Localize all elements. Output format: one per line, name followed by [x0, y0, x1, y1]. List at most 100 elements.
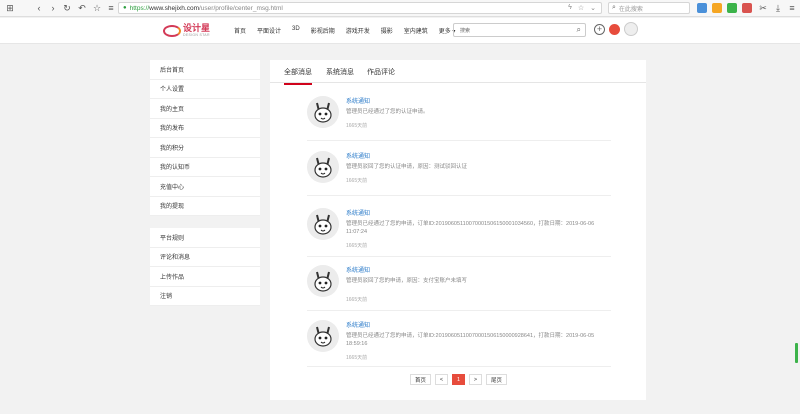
page-last-button[interactable]: 尾页 [486, 374, 508, 385]
page-first-button[interactable]: 首页 [410, 374, 432, 385]
sidebar-group-account: 后台首页 个人设置 我的主页 我的发布 我的积分 我的认知币 充值中心 我的提现 [150, 60, 260, 216]
sidebar-item-withdraw[interactable]: 我的提现 [150, 197, 260, 216]
message-time: 1665天前 [346, 355, 368, 361]
message-tabs: 全部消息 系统消息 作品评论 [270, 60, 646, 85]
rabbit-avatar-icon [307, 208, 339, 240]
dropdown-icon[interactable]: ⌄ [590, 4, 596, 12]
site-header: 设计星 DESIGN STAR 首页 平面设计 3D 影视后期 游戏开发 摄影 … [0, 18, 800, 44]
message-time: 1665天前 [346, 243, 368, 249]
nav-item-photo[interactable]: 摄影 [381, 26, 393, 35]
message-time: 1665天前 [346, 178, 368, 184]
message-body: 管理员驳回了您的认证申请，原因：测试驳回认证 [346, 164, 468, 170]
message-title[interactable]: 系统通知 [346, 265, 370, 274]
sidebar-item-posts[interactable]: 我的发布 [150, 119, 260, 138]
sidebar-item-settings[interactable]: 个人设置 [150, 80, 260, 99]
forward-icon[interactable]: › [46, 1, 60, 15]
window-menu-icon[interactable]: ⊞ [3, 1, 17, 15]
back-icon[interactable]: ‹ [32, 1, 46, 15]
site-logo[interactable]: 设计星 DESIGN STAR [163, 23, 210, 39]
url-protocol: https:// [129, 4, 150, 12]
message-title[interactable]: 系统通知 [346, 151, 370, 160]
add-icon[interactable]: + [594, 24, 605, 35]
reload-icon[interactable]: ↻ [60, 1, 74, 15]
sidebar-item-upload[interactable]: 上传作品 [150, 267, 260, 287]
page-current-button[interactable]: 1 [452, 374, 466, 385]
divider [307, 195, 611, 196]
sidebar-item-points[interactable]: 我的积分 [150, 138, 260, 158]
sidebar-item-logout[interactable]: 注销 [150, 287, 260, 306]
bookmark-star-icon[interactable]: ☆ [578, 4, 584, 12]
message-time: 1665天前 [346, 123, 368, 129]
sidebar-item-rules[interactable]: 平台规则 [150, 228, 260, 248]
page-next-button[interactable]: > [469, 374, 483, 385]
logo-mark-icon [163, 25, 181, 37]
nav-item-video[interactable]: 影视后期 [311, 26, 335, 35]
lock-icon: ● [123, 5, 127, 11]
address-bar[interactable]: ● https:// www.shejixh.com /user/profile… [118, 2, 602, 14]
extension-app-icon[interactable] [742, 3, 752, 13]
list-icon[interactable]: ≡ [104, 1, 118, 15]
message-title[interactable]: 系统通知 [346, 208, 370, 217]
search-icon[interactable]: ⌕ [577, 25, 581, 35]
divider [307, 140, 611, 141]
logo-text: 设计星 [183, 23, 211, 34]
message-body: 管理员已经通过了您的认证申请。 [346, 109, 429, 115]
more-icon[interactable]: ≡ [785, 1, 799, 15]
undo-icon[interactable]: ↶ [75, 1, 89, 15]
sidebar-item-recharge[interactable]: 充值中心 [150, 177, 260, 197]
sidebar-item-homepage[interactable]: 我的主页 [150, 99, 260, 119]
sidebar-item-coins[interactable]: 我的认知币 [150, 158, 260, 177]
message-panel: 全部消息 系统消息 作品评论 系统通知 管理员已经通过了您的认证申请。 1665… [270, 60, 646, 400]
lightning-icon[interactable]: ϟ [568, 4, 572, 12]
browser-search-placeholder: 在此搜索 [618, 6, 643, 13]
tab-work-comments[interactable]: 作品评论 [367, 67, 395, 77]
rabbit-avatar-icon [307, 320, 339, 352]
browser-search-box[interactable]: ⌕ 在此搜索 [608, 2, 690, 14]
extension-folder-icon[interactable] [712, 3, 722, 13]
avatar[interactable] [307, 151, 339, 183]
message-body: 管理员已经通过了您的申请，订单ID:2019060511007000150615… [346, 221, 595, 236]
site-search-value: 搜索 [460, 27, 471, 34]
avatar[interactable] [307, 265, 339, 297]
message-time: 1665天前 [346, 297, 368, 303]
scissors-icon[interactable]: ✂ [756, 1, 770, 15]
notification-icon[interactable] [609, 24, 620, 35]
user-avatar[interactable] [624, 22, 638, 36]
rabbit-avatar-icon [307, 265, 339, 297]
avatar[interactable] [307, 208, 339, 240]
nav-item-interior[interactable]: 室内建筑 [404, 26, 428, 35]
browser-toolbar: ⊞ ‹ › ↻ ↶ ☆ ≡ ● https:// www.shejixh.com… [0, 0, 800, 17]
main-nav: 首页 平面设计 3D 影视后期 游戏开发 摄影 室内建筑 更多 ▾ [234, 26, 466, 35]
nav-item-home[interactable]: 首页 [234, 26, 246, 35]
extension-grid-icon[interactable] [697, 3, 707, 13]
page-prev-button[interactable]: < [435, 374, 449, 385]
divider [307, 310, 611, 311]
url-domain: www.shejixh.com [149, 4, 199, 12]
divider [307, 366, 611, 367]
rabbit-avatar-icon [307, 96, 339, 128]
sidebar-item-messages[interactable]: 评论和消息 [150, 248, 260, 267]
download-icon[interactable]: ⤓ [771, 1, 785, 15]
sidebar-item-dashboard[interactable]: 后台首页 [150, 60, 260, 80]
divider [307, 256, 611, 257]
message-body: 管理员驳回了您的申请，原因：支付宝账户未填写 [346, 278, 468, 284]
nav-item-3d[interactable]: 3D [292, 26, 300, 35]
nav-item-graphic[interactable]: 平面设计 [257, 26, 281, 35]
logo-subtext: DESIGN STAR [183, 33, 210, 38]
tab-all-messages[interactable]: 全部消息 [284, 67, 312, 85]
sidebar-group-platform: 平台规则 评论和消息 上传作品 注销 [150, 228, 260, 306]
avatar[interactable] [307, 96, 339, 128]
pagination: 首页 < 1 > 尾页 [410, 374, 508, 385]
star-icon[interactable]: ☆ [90, 1, 104, 15]
site-search-input[interactable]: 搜索 ⌕ [453, 23, 586, 37]
message-title[interactable]: 系统通知 [346, 96, 370, 105]
search-icon: ⌕ [612, 4, 616, 11]
url-path: /user/profile/center_msg.html [199, 4, 283, 12]
message-body: 管理员已经通过了您的申请，订单ID:2019060511007000150615… [346, 333, 595, 348]
message-title[interactable]: 系统通知 [346, 320, 370, 329]
scrollbar-thumb[interactable] [795, 343, 798, 363]
nav-item-game[interactable]: 游戏开发 [346, 26, 370, 35]
avatar[interactable] [307, 320, 339, 352]
extension-qr-icon[interactable] [727, 3, 737, 13]
tab-system-messages[interactable]: 系统消息 [326, 67, 354, 77]
